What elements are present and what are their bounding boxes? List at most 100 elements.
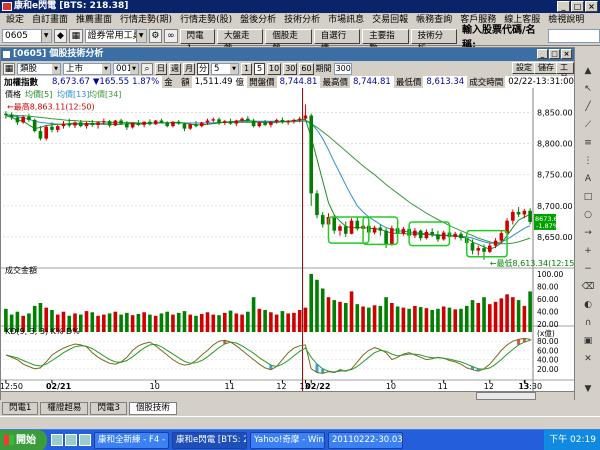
arrow-up-icon[interactable]: ▲ [581,65,595,78]
quick-button-watchlist[interactable]: 自選行情 [313,28,361,54]
arrow-icon[interactable]: → [581,227,595,240]
period-day-button[interactable]: 日 [155,62,167,75]
menu-settings[interactable]: 設定 [2,13,28,27]
start-button[interactable]: 開始 [0,429,47,450]
rectangle-icon[interactable]: □ [581,191,595,204]
trash-icon[interactable]: ✕ [581,353,595,366]
maximize-button[interactable]: □ [571,1,584,12]
menu-trade-reports[interactable]: 交易回報 [368,13,412,27]
quick-button-stock-trend[interactable]: 個股走勢 [265,28,312,54]
menu-futures-quotes[interactable]: 行情走勢(期) [116,13,176,27]
minimize-button[interactable]: _ [557,1,570,12]
settings-icon[interactable]: ⚙ [148,29,163,43]
period-minute-button[interactable]: 分 [197,62,209,75]
low-annotation: ←最低8,613.34(12:15) [490,258,574,268]
volume-bar [309,274,314,332]
text-icon[interactable]: A [581,173,595,186]
menu-stock-quotes[interactable]: 行情走勢(股) [176,13,236,27]
price-change: ▼165.55 [92,77,130,87]
taskbar-item[interactable]: 康和e閃電 [BTS: 21... [172,431,247,449]
zoom-out-icon[interactable]: − [581,263,595,276]
code-select[interactable]: 001 ▼ [113,62,139,75]
interval-5-button[interactable]: 5 [254,62,265,75]
windows-taskbar: 開始 康和全新練 - F4 - 行... 康和e閃電 [BTS: 21... Y… [0,429,600,450]
tab-warrants[interactable]: 權證超易 [40,401,89,415]
interval-10-button[interactable]: 10 [267,62,282,75]
stock-search-input[interactable] [547,29,600,43]
minute-select[interactable]: 5 ▼ [211,62,239,75]
ray-icon[interactable]: ⟋ [581,119,595,132]
settings-button[interactable]: 設定 [512,62,536,74]
menu-recommended-screen[interactable]: 推薦畫面 [72,13,116,27]
taskbar-item[interactable]: 20110222-30.03P - 小... [328,431,403,449]
cursor-icon[interactable]: ↖ [581,83,595,96]
kd-tick-label: 80.00 [537,337,559,346]
market-select[interactable]: 上市 ▼ [63,62,111,75]
technical-chart[interactable]: 8,850.00 8,800.00 8,750.00 8,700.00 8,650.00… [1,88,574,391]
eraser-icon[interactable]: ⌫ [581,281,595,294]
trade-time: 02/22-13:31:00 [508,77,574,87]
candle-body [125,123,129,128]
tab-flash3[interactable]: 閃電3 [90,401,127,415]
link-icon[interactable]: ∞ [164,29,178,43]
menu-after-hours[interactable]: 盤後分析 [236,13,280,27]
arrow-down-icon[interactable]: ▼ [581,383,595,396]
fibonacci-icon[interactable]: ⋮ [581,155,595,168]
interval-1-button[interactable]: 1 [241,62,252,75]
menu-help[interactable]: 檢視說明 [544,13,588,27]
period-week-button[interactable]: 週 [169,62,181,75]
desktop-icon[interactable] [51,434,63,446]
chevron-down-icon: ▼ [230,63,238,74]
candle-body [107,121,112,126]
color-icon[interactable]: ◐ [581,299,595,312]
ellipse-icon[interactable]: ○ [581,209,595,222]
candle-body [153,120,158,125]
tab-flash1[interactable]: 閃電1 [2,401,39,415]
lock-icon[interactable]: ▣ [581,335,595,348]
last-price: 8,673.67 [52,77,90,87]
quick-button-flash1[interactable]: 閃電1 [179,28,215,54]
panel-title-bar[interactable]: [0605] 個股技術分析 _ □ × [1,48,574,61]
chart-icon[interactable]: ▦ [69,29,83,43]
chevron-down-icon: ▼ [52,63,60,74]
tools-combo[interactable]: 證券常用工具 ▼ [84,29,147,43]
volume-bar [343,303,348,332]
zoom-in-icon[interactable]: + [581,245,595,258]
status-bar [0,416,600,428]
panel-close-button[interactable]: × [561,49,572,59]
save-button[interactable]: 儲存 [534,62,558,74]
volume-bar [182,311,187,332]
chart-scroll-bar[interactable] [1,391,574,400]
quote-icon[interactable]: ◆ [53,29,68,43]
account-combo[interactable]: 0605 ▼ [2,29,52,43]
menu-account-query[interactable]: 帳務查詢 [412,13,456,27]
quick-button-market-trend[interactable]: 大盤走勢 [216,28,264,54]
volume-bar [361,306,365,332]
horizontal-scroll-thumb[interactable] [476,392,536,400]
taskbar-item[interactable]: 康和全新練 - F4 - 行... [94,431,169,449]
panel-minimize-button[interactable]: _ [537,49,548,59]
grid-icon[interactable]: ▦ [3,62,15,75]
media-icon[interactable] [79,434,91,446]
taskbar-item[interactable]: Yahoo!奇摩 - Windo... [250,431,325,449]
interval-30-button[interactable]: 30 [283,62,298,75]
period-month-button[interactable]: 月 [183,62,195,75]
close-button[interactable]: × [585,1,598,12]
interval-60-button[interactable]: 60 [299,62,314,75]
panel-maximize-button[interactable]: □ [549,49,560,59]
quick-button-main-index[interactable]: 主要指數 [362,28,409,54]
search-icon[interactable]: ⌕ [141,62,153,75]
draw-line-icon[interactable]: ╱ [581,101,595,114]
tools-button[interactable]: 工具 [556,62,574,82]
magnet-icon[interactable]: ∩ [581,317,595,330]
title-bar[interactable]: 康和e閃電 [BTS: 218.38] _ □ × [0,0,600,13]
menu-market-news[interactable]: 市場訊息 [324,13,368,27]
tab-stock-technical[interactable]: 個股技術 [128,401,177,415]
period-input[interactable]: 300 [333,62,352,75]
menu-custom-screen[interactable]: 自訂畫面 [28,13,72,27]
menu-technical-analysis[interactable]: 技術分析 [280,13,324,27]
quick-button-technical[interactable]: 技術分析 [410,28,457,54]
browser-icon[interactable] [65,434,77,446]
category-select[interactable]: 類股 ▼ [17,62,61,75]
channel-icon[interactable]: ≡ [581,137,595,150]
